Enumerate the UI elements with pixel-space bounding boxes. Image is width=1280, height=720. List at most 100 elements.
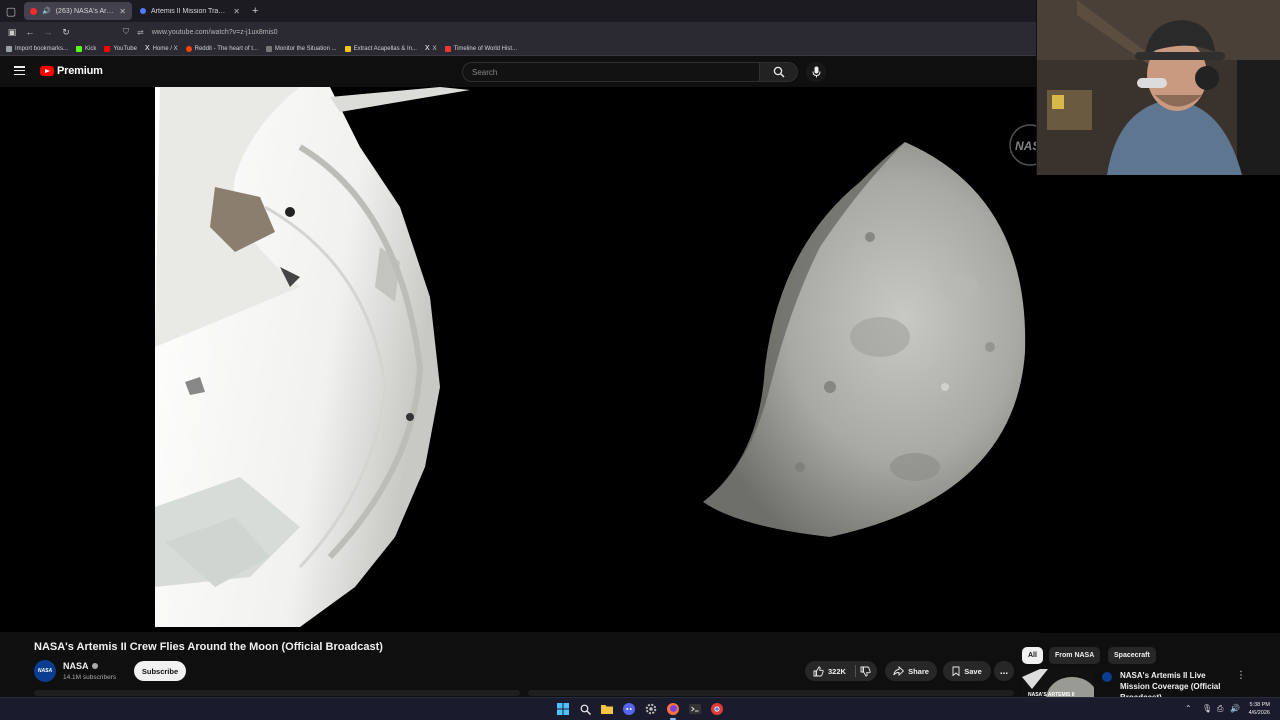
- volume-icon[interactable]: 🔊: [1230, 704, 1240, 713]
- chrome-icon[interactable]: [710, 702, 724, 716]
- recommendation-channel-avatar[interactable]: [1102, 672, 1112, 682]
- timeline-icon: [444, 45, 451, 52]
- network-icon[interactable]: ⎙: [1217, 704, 1223, 714]
- tab-mission-tracker[interactable]: Artemis II Mission Tracker | Live ✕: [134, 2, 246, 20]
- comments-box-edge: [528, 690, 1014, 696]
- firefox-icon[interactable]: [666, 702, 680, 716]
- file-explorer-icon[interactable]: [600, 702, 614, 716]
- share-icon: [893, 666, 905, 676]
- bookmark-label: YouTube: [113, 45, 137, 52]
- tab-list-icon[interactable]: ▢: [0, 0, 22, 22]
- new-tab-button[interactable]: +: [252, 5, 258, 17]
- nasa-logo-icon: NASA: [37, 668, 53, 674]
- back-button[interactable]: ←: [21, 23, 39, 41]
- microphone-tray-icon[interactable]: 🎙: [1202, 704, 1212, 713]
- bookmark-label: Import bookmarks...: [15, 45, 69, 52]
- bookmark-timeline[interactable]: Timeline of World Hist...: [444, 45, 517, 52]
- settings-gear-icon[interactable]: [644, 702, 658, 716]
- webcam-overlay: [1036, 0, 1280, 175]
- tab-close-icon[interactable]: ✕: [233, 7, 240, 16]
- share-button[interactable]: Share: [885, 661, 937, 681]
- reload-button[interactable]: ↻: [57, 23, 75, 41]
- chip-spacecraft[interactable]: Spacecraft: [1108, 647, 1156, 664]
- bookmarks-bar: Import bookmarks... Kick YouTube X Home /…: [0, 42, 1040, 56]
- sidebar-area: [1040, 175, 1280, 633]
- thumbs-up-icon[interactable]: [813, 666, 824, 677]
- x-logo-icon: X: [144, 45, 150, 52]
- bookmark-youtube[interactable]: YouTube: [104, 45, 137, 52]
- chip-from-nasa[interactable]: From NASA: [1049, 647, 1101, 664]
- forward-button[interactable]: →: [39, 23, 57, 41]
- like-dislike-group: 322K: [805, 661, 877, 681]
- terminal-icon[interactable]: [688, 702, 702, 716]
- more-horizontal-icon: ...: [999, 665, 1009, 677]
- site-settings-icon[interactable]: ⇌: [137, 28, 144, 37]
- clock-time: 5:38 PM: [1249, 702, 1270, 708]
- chip-all[interactable]: All: [1022, 647, 1043, 664]
- bookmark-acapellas[interactable]: Extract Acapellas & In...: [344, 45, 417, 52]
- thumbnail-image: NASA'S ARTEMIS II: [1022, 669, 1094, 700]
- microphone-icon: [812, 66, 820, 78]
- video-frame: NASA: [0, 87, 1040, 632]
- tab-title: (263) NASA's Artemis II Cre: [55, 7, 115, 15]
- subscriber-count: 14.1M subscribers: [63, 674, 117, 681]
- channel-name-text[interactable]: NASA: [63, 661, 89, 671]
- search-button[interactable]: [760, 62, 798, 82]
- subscribe-button[interactable]: Subscribe: [134, 661, 186, 681]
- url-text[interactable]: www.youtube.com/watch?v=z-j1ux8mis0: [152, 29, 278, 36]
- system-clock[interactable]: 5:38 PM 4/6/2026: [1249, 701, 1270, 717]
- voice-search-button[interactable]: [806, 62, 826, 82]
- import-icon: [6, 45, 12, 52]
- search-icon: [773, 66, 784, 78]
- thumbs-down-icon[interactable]: [860, 666, 871, 677]
- like-divider: [855, 665, 856, 677]
- sidebar-toggle-icon[interactable]: ▣: [3, 23, 21, 41]
- tab-close-icon[interactable]: ✕: [119, 7, 126, 16]
- youtube-icon: [104, 45, 111, 52]
- bookmark-monitor[interactable]: Monitor the Situation ...: [265, 45, 337, 52]
- start-icon[interactable]: [556, 702, 570, 716]
- tab-youtube-video[interactable]: 🔊 (263) NASA's Artemis II Cre ✕: [24, 2, 132, 20]
- bookmark-x[interactable]: XX: [425, 45, 437, 52]
- save-label: Save: [964, 666, 982, 676]
- like-count[interactable]: 322K: [828, 667, 846, 676]
- channel-name[interactable]: NASA: [63, 661, 98, 671]
- monitor-icon: [265, 45, 272, 52]
- kick-icon: [76, 45, 83, 52]
- streamer-webcam-image: [1037, 0, 1280, 175]
- more-actions-button[interactable]: ...: [994, 661, 1014, 681]
- menu-icon[interactable]: [14, 66, 25, 75]
- recommendation-menu-icon[interactable]: ⋮: [1236, 670, 1246, 681]
- youtube-favicon-icon: [30, 7, 37, 15]
- bookmark-label: Reddit - The heart of t...: [194, 45, 258, 52]
- save-button[interactable]: Save: [943, 661, 991, 681]
- share-label: Share: [908, 666, 929, 676]
- shield-icon[interactable]: ⛉: [123, 27, 129, 37]
- video-player[interactable]: NASA: [0, 87, 1040, 632]
- recommendation-thumbnail[interactable]: NASA'S ARTEMIS II: [1022, 669, 1094, 700]
- taskbar: ⌃ 🎙 ⎙ 🔊 5:38 PM 4/6/2026: [0, 697, 1280, 720]
- video-title: NASA's Artemis II Crew Flies Around the …: [34, 641, 383, 653]
- search-input[interactable]: Search: [462, 62, 760, 82]
- youtube-logo-icon: [40, 66, 54, 76]
- bookmark-import[interactable]: Import bookmarks...: [6, 45, 69, 52]
- tray-chevron-icon[interactable]: ⌃: [1185, 704, 1192, 713]
- channel-avatar[interactable]: NASA: [34, 660, 56, 682]
- acapella-icon: [344, 45, 351, 52]
- address-bar[interactable]: ⛉ ⇌ www.youtube.com/watch?v=z-j1ux8mis0: [123, 24, 278, 40]
- bookmark-label: Extract Acapellas & In...: [353, 45, 417, 52]
- bookmark-label: X: [432, 45, 437, 52]
- bookmark-reddit[interactable]: Reddit - The heart of t...: [185, 45, 258, 52]
- bookmark-kick[interactable]: Kick: [76, 45, 96, 52]
- tab-title: Artemis II Mission Tracker | Live: [151, 7, 228, 15]
- clock-date: 4/6/2026: [1248, 710, 1270, 716]
- logo-text: Premium: [57, 65, 103, 77]
- speaker-icon[interactable]: 🔊: [42, 7, 51, 15]
- youtube-premium-logo[interactable]: Premium: [40, 65, 103, 77]
- taskbar-search-icon[interactable]: [578, 702, 592, 716]
- bookmark-label: Monitor the Situation ...: [274, 45, 337, 52]
- bookmark-x-home[interactable]: X Home / X: [145, 45, 178, 52]
- description-box-edge: [34, 690, 520, 696]
- discord-icon[interactable]: [622, 702, 636, 716]
- bookmark-label: Home / X: [152, 45, 178, 52]
